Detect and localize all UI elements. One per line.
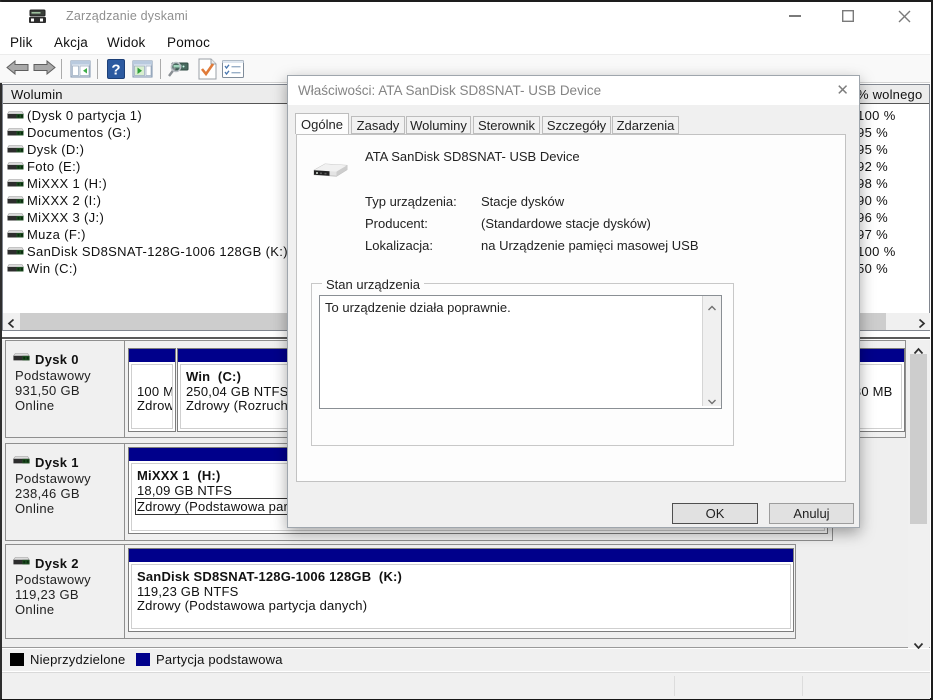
svg-text:?: ? (111, 62, 120, 79)
